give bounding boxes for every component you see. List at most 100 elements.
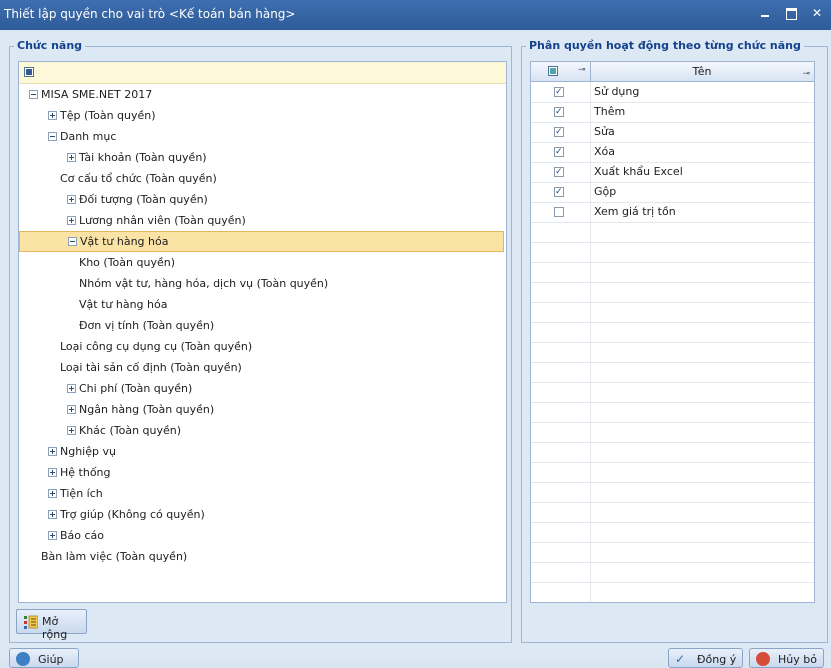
permission-row[interactable]: Gộp bbox=[531, 182, 814, 203]
tree-node[interactable]: Loại tài sản cố định (Toàn quyền) bbox=[19, 357, 504, 378]
permission-check-cell bbox=[531, 82, 591, 102]
cancel-icon bbox=[756, 652, 770, 666]
empty-row bbox=[531, 382, 814, 403]
tree-node-label: Nghiệp vụ bbox=[60, 445, 116, 458]
permission-row[interactable]: Xem giá trị tồn bbox=[531, 202, 814, 223]
tree-node[interactable]: MISA SME.NET 2017 bbox=[19, 84, 504, 105]
tree-node-label: Nhóm vật tư, hàng hóa, dịch vụ (Toàn quy… bbox=[79, 277, 329, 290]
expand-plus-icon[interactable] bbox=[67, 195, 76, 204]
tree-node[interactable]: Nghiệp vụ bbox=[19, 441, 504, 462]
permission-name: Sử dụng bbox=[594, 85, 640, 98]
help-icon bbox=[16, 652, 30, 666]
tree-node[interactable]: Tài khoản (Toàn quyền) bbox=[19, 147, 504, 168]
tree-node[interactable]: Bàn làm việc (Toàn quyền) bbox=[19, 546, 504, 567]
permission-name: Sửa bbox=[594, 125, 615, 138]
empty-row bbox=[531, 442, 814, 463]
tree-node[interactable]: Khác (Toàn quyền) bbox=[19, 420, 504, 441]
tree-node[interactable]: Hệ thống bbox=[19, 462, 504, 483]
permission-checkbox[interactable] bbox=[554, 147, 564, 157]
functions-group-title: Chức năng bbox=[14, 39, 86, 52]
expand-plus-icon[interactable] bbox=[67, 153, 76, 162]
empty-row bbox=[531, 362, 814, 383]
tree-node-label: Loại tài sản cố định (Toàn quyền) bbox=[60, 361, 242, 374]
permission-checkbox[interactable] bbox=[554, 87, 564, 97]
pin-icon[interactable]: ⊸ bbox=[578, 65, 586, 75]
permission-row[interactable]: Sử dụng bbox=[531, 82, 814, 103]
expand-plus-icon[interactable] bbox=[48, 111, 57, 120]
tree-header-row bbox=[19, 62, 506, 84]
dialog-body: Chức năng MISA SME.NET 2017 Tệp (Toàn quy… bbox=[0, 30, 831, 668]
empty-row bbox=[531, 482, 814, 503]
tree-node[interactable]: Trợ giúp (Không có quyền) bbox=[19, 504, 504, 525]
maximize-icon[interactable] bbox=[783, 5, 799, 21]
permission-checkbox[interactable] bbox=[554, 127, 564, 137]
collapse-minus-icon[interactable] bbox=[48, 132, 57, 141]
expand-plus-icon[interactable] bbox=[48, 531, 57, 540]
tree-node[interactable]: Chi phí (Toàn quyền) bbox=[19, 378, 504, 399]
tree-select-all-checkbox[interactable] bbox=[24, 67, 34, 77]
expand-plus-icon[interactable] bbox=[67, 384, 76, 393]
expand-button-label: Mở rộng bbox=[42, 615, 68, 641]
permissions-grid: ⊸ Tên ⊸ Sử dụng Thêm Sửa Xóa Xuất khẩu Excel… bbox=[530, 61, 815, 603]
expand-plus-icon[interactable] bbox=[67, 405, 76, 414]
permission-check-cell bbox=[531, 182, 591, 202]
help-button[interactable]: Giúp bbox=[9, 648, 79, 668]
expand-button[interactable]: Mở rộng bbox=[16, 609, 87, 641]
tree-node-label: Vật tư hàng hóa bbox=[79, 298, 168, 311]
tree-node[interactable]: Đơn vị tính (Toàn quyền) bbox=[19, 315, 504, 336]
tree-node[interactable]: Danh mục bbox=[19, 126, 504, 147]
expand-plus-icon[interactable] bbox=[48, 447, 57, 456]
tree-node[interactable]: Loại công cụ dụng cụ (Toàn quyền) bbox=[19, 336, 504, 357]
tree-node-label: Đối tượng (Toàn quyền) bbox=[79, 193, 208, 206]
empty-row bbox=[531, 262, 814, 283]
expand-plus-icon[interactable] bbox=[48, 489, 57, 498]
empty-row bbox=[531, 322, 814, 343]
expand-plus-icon[interactable] bbox=[67, 426, 76, 435]
permission-check-cell bbox=[531, 142, 591, 162]
tree-node-label: Lương nhân viên (Toàn quyền) bbox=[79, 214, 246, 227]
permission-row[interactable]: Xóa bbox=[531, 142, 814, 163]
cancel-button[interactable]: Hủy bỏ bbox=[749, 648, 824, 668]
tree-node-label: Cơ cấu tổ chức (Toàn quyền) bbox=[60, 172, 217, 185]
permission-check-cell bbox=[531, 422, 591, 442]
grid-header-check-column[interactable]: ⊸ bbox=[531, 62, 591, 81]
close-icon[interactable]: ✕ bbox=[809, 5, 825, 21]
ok-button[interactable]: ✓ Đồng ý bbox=[668, 648, 743, 668]
select-all-permissions-checkbox[interactable] bbox=[548, 66, 558, 76]
window-title: Thiết lập quyền cho vai trò <Kế toán bán… bbox=[4, 7, 296, 21]
ok-button-label: Đồng ý bbox=[697, 653, 737, 666]
permission-row[interactable]: Sửa bbox=[531, 122, 814, 143]
tree-node[interactable]: Ngân hàng (Toàn quyền) bbox=[19, 399, 504, 420]
permission-row[interactable]: Xuất khẩu Excel bbox=[531, 162, 814, 183]
permission-checkbox[interactable] bbox=[554, 207, 564, 217]
grid-header-name-column[interactable]: Tên ⊸ bbox=[591, 62, 813, 81]
tree-node[interactable]: Đối tượng (Toàn quyền) bbox=[19, 189, 504, 210]
help-button-label: Giúp bbox=[38, 653, 64, 666]
tree-node-label: Danh mục bbox=[60, 130, 117, 143]
tree-node[interactable]: Cơ cấu tổ chức (Toàn quyền) bbox=[19, 168, 504, 189]
permissions-group: Phân quyền hoạt động theo từng chức năng… bbox=[521, 39, 828, 643]
permission-row[interactable]: Thêm bbox=[531, 102, 814, 123]
permission-check-cell bbox=[531, 302, 591, 322]
expand-plus-icon[interactable] bbox=[48, 468, 57, 477]
minimize-icon[interactable] bbox=[757, 5, 773, 21]
tree-node[interactable]: Báo cáo bbox=[19, 525, 504, 546]
empty-row bbox=[531, 302, 814, 323]
tree-node[interactable]: Nhóm vật tư, hàng hóa, dịch vụ (Toàn quy… bbox=[19, 273, 504, 294]
expand-plus-icon[interactable] bbox=[67, 216, 76, 225]
tree-node[interactable]: Vật tư hàng hóa bbox=[19, 231, 504, 252]
tree-node[interactable]: Vật tư hàng hóa bbox=[19, 294, 504, 315]
collapse-minus-icon[interactable] bbox=[68, 237, 77, 246]
tree-node[interactable]: Lương nhân viên (Toàn quyền) bbox=[19, 210, 504, 231]
empty-row bbox=[531, 282, 814, 303]
empty-row bbox=[531, 502, 814, 523]
tree-node[interactable]: Kho (Toàn quyền) bbox=[19, 252, 504, 273]
collapse-minus-icon[interactable] bbox=[29, 90, 38, 99]
permission-checkbox[interactable] bbox=[554, 107, 564, 117]
function-tree[interactable]: MISA SME.NET 2017 Tệp (Toàn quyền) Danh mụ… bbox=[18, 61, 507, 603]
tree-node[interactable]: Tệp (Toàn quyền) bbox=[19, 105, 504, 126]
tree-node[interactable]: Tiện ích bbox=[19, 483, 504, 504]
expand-plus-icon[interactable] bbox=[48, 510, 57, 519]
permission-checkbox[interactable] bbox=[554, 167, 564, 177]
permission-checkbox[interactable] bbox=[554, 187, 564, 197]
